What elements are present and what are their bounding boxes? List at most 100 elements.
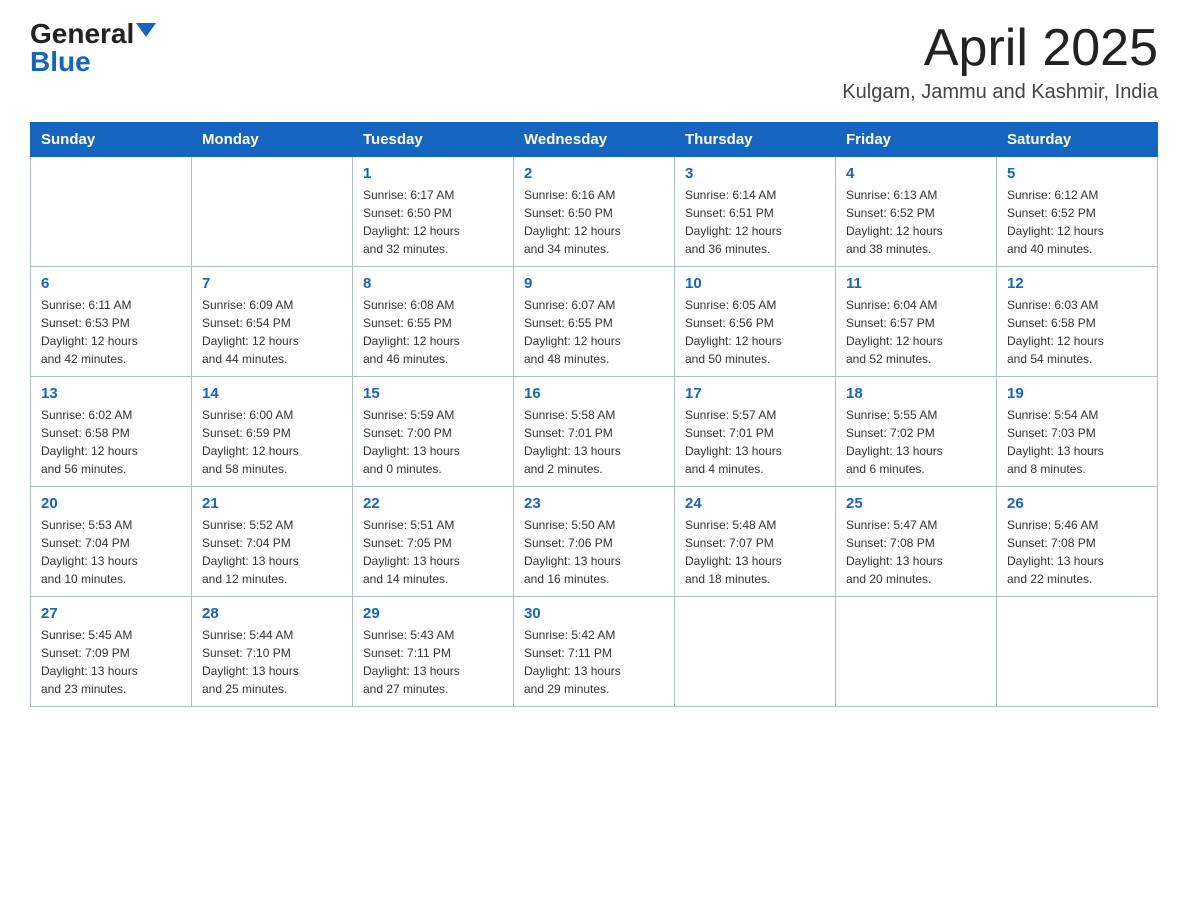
calendar-cell: 6 Sunrise: 6:11 AMSunset: 6:53 PMDaylight… <box>31 267 192 377</box>
day-info: Sunrise: 5:48 AMSunset: 7:07 PMDaylight:… <box>685 516 825 588</box>
day-number: 30 <box>524 605 664 622</box>
day-info: Sunrise: 5:43 AMSunset: 7:11 PMDaylight:… <box>363 626 503 698</box>
day-info: Sunrise: 5:54 AMSunset: 7:03 PMDaylight:… <box>1007 406 1147 478</box>
calendar-week-row: 13 Sunrise: 6:02 AMSunset: 6:58 PMDayligh… <box>31 377 1158 487</box>
calendar-cell: 19 Sunrise: 5:54 AMSunset: 7:03 PMDayligh… <box>997 377 1158 487</box>
calendar-cell: 4 Sunrise: 6:13 AMSunset: 6:52 PMDaylight… <box>836 157 997 267</box>
day-info: Sunrise: 6:13 AMSunset: 6:52 PMDaylight:… <box>846 186 986 258</box>
header-friday: Friday <box>836 123 997 157</box>
calendar-cell: 12Sunrise: 6:03 AMSunset: 6:58 PMDayligh… <box>997 267 1158 377</box>
day-number: 29 <box>363 605 503 622</box>
calendar-cell: 30 Sunrise: 5:42 AMSunset: 7:11 PMDayligh… <box>514 597 675 707</box>
day-info: Sunrise: 5:59 AMSunset: 7:00 PMDaylight:… <box>363 406 503 478</box>
calendar-cell: 7 Sunrise: 6:09 AMSunset: 6:54 PMDaylight… <box>192 267 353 377</box>
day-number: 5 <box>1007 165 1147 182</box>
logo: General Blue <box>30 20 156 76</box>
day-info: Sunrise: 6:09 AMSunset: 6:54 PMDaylight:… <box>202 296 342 368</box>
day-info: Sunrise: 6:12 AMSunset: 6:52 PMDaylight:… <box>1007 186 1147 258</box>
day-info: Sunrise: 5:44 AMSunset: 7:10 PMDaylight:… <box>202 626 342 698</box>
calendar-cell: 5 Sunrise: 6:12 AMSunset: 6:52 PMDaylight… <box>997 157 1158 267</box>
calendar-cell: 18 Sunrise: 5:55 AMSunset: 7:02 PMDayligh… <box>836 377 997 487</box>
calendar-cell: 22 Sunrise: 5:51 AMSunset: 7:05 PMDayligh… <box>353 487 514 597</box>
calendar-cell: 10Sunrise: 6:05 AMSunset: 6:56 PMDayligh… <box>675 267 836 377</box>
day-number: 12 <box>1007 275 1147 292</box>
day-info: Sunrise: 6:02 AMSunset: 6:58 PMDaylight:… <box>41 406 181 478</box>
calendar-cell <box>192 157 353 267</box>
day-info: Sunrise: 5:45 AMSunset: 7:09 PMDaylight:… <box>41 626 181 698</box>
day-number: 25 <box>846 495 986 512</box>
day-info: Sunrise: 6:07 AMSunset: 6:55 PMDaylight:… <box>524 296 664 368</box>
logo-triangle-icon <box>136 23 156 37</box>
day-number: 9 <box>524 275 664 292</box>
day-number: 20 <box>41 495 181 512</box>
calendar-cell: 20Sunrise: 5:53 AMSunset: 7:04 PMDayligh… <box>31 487 192 597</box>
page-header: General Blue April 2025 Kulgam, Jammu an… <box>30 20 1158 104</box>
calendar-cell <box>836 597 997 707</box>
day-number: 8 <box>363 275 503 292</box>
calendar-week-row: 6 Sunrise: 6:11 AMSunset: 6:53 PMDaylight… <box>31 267 1158 377</box>
day-info: Sunrise: 5:57 AMSunset: 7:01 PMDaylight:… <box>685 406 825 478</box>
month-year-title: April 2025 <box>842 20 1158 77</box>
calendar-body: 1 Sunrise: 6:17 AMSunset: 6:50 PMDaylight… <box>31 157 1158 707</box>
day-info: Sunrise: 5:47 AMSunset: 7:08 PMDaylight:… <box>846 516 986 588</box>
location-title: Kulgam, Jammu and Kashmir, India <box>842 81 1158 104</box>
day-number: 22 <box>363 495 503 512</box>
day-number: 1 <box>363 165 503 182</box>
header-wednesday: Wednesday <box>514 123 675 157</box>
day-number: 26 <box>1007 495 1147 512</box>
day-info: Sunrise: 6:17 AMSunset: 6:50 PMDaylight:… <box>363 186 503 258</box>
calendar-cell: 17 Sunrise: 5:57 AMSunset: 7:01 PMDayligh… <box>675 377 836 487</box>
calendar-cell: 2Sunrise: 6:16 AMSunset: 6:50 PMDaylight… <box>514 157 675 267</box>
calendar-cell: 27 Sunrise: 5:45 AMSunset: 7:09 PMDayligh… <box>31 597 192 707</box>
day-number: 19 <box>1007 385 1147 402</box>
day-info: Sunrise: 5:58 AMSunset: 7:01 PMDaylight:… <box>524 406 664 478</box>
calendar-cell: 13 Sunrise: 6:02 AMSunset: 6:58 PMDayligh… <box>31 377 192 487</box>
day-info: Sunrise: 6:08 AMSunset: 6:55 PMDaylight:… <box>363 296 503 368</box>
day-info: Sunrise: 6:11 AMSunset: 6:53 PMDaylight:… <box>41 296 181 368</box>
day-number: 27 <box>41 605 181 622</box>
calendar-cell: 1 Sunrise: 6:17 AMSunset: 6:50 PMDaylight… <box>353 157 514 267</box>
calendar-cell: 11Sunrise: 6:04 AMSunset: 6:57 PMDayligh… <box>836 267 997 377</box>
calendar-week-row: 27 Sunrise: 5:45 AMSunset: 7:09 PMDayligh… <box>31 597 1158 707</box>
day-number: 14 <box>202 385 342 402</box>
calendar-cell: 29 Sunrise: 5:43 AMSunset: 7:11 PMDayligh… <box>353 597 514 707</box>
calendar-cell: 16 Sunrise: 5:58 AMSunset: 7:01 PMDayligh… <box>514 377 675 487</box>
header-sunday: Sunday <box>31 123 192 157</box>
day-number: 10 <box>685 275 825 292</box>
calendar-table: Sunday Monday Tuesday Wednesday Thursday… <box>30 122 1158 707</box>
day-number: 7 <box>202 275 342 292</box>
day-info: Sunrise: 6:00 AMSunset: 6:59 PMDaylight:… <box>202 406 342 478</box>
day-number: 17 <box>685 385 825 402</box>
day-info: Sunrise: 5:42 AMSunset: 7:11 PMDaylight:… <box>524 626 664 698</box>
day-number: 16 <box>524 385 664 402</box>
calendar-cell: 24 Sunrise: 5:48 AMSunset: 7:07 PMDayligh… <box>675 487 836 597</box>
header-tuesday: Tuesday <box>353 123 514 157</box>
day-info: Sunrise: 5:52 AMSunset: 7:04 PMDaylight:… <box>202 516 342 588</box>
title-block: April 2025 Kulgam, Jammu and Kashmir, In… <box>842 20 1158 104</box>
calendar-cell: 21 Sunrise: 5:52 AMSunset: 7:04 PMDayligh… <box>192 487 353 597</box>
day-info: Sunrise: 5:51 AMSunset: 7:05 PMDaylight:… <box>363 516 503 588</box>
day-number: 6 <box>41 275 181 292</box>
calendar-cell: 9 Sunrise: 6:07 AMSunset: 6:55 PMDaylight… <box>514 267 675 377</box>
day-number: 4 <box>846 165 986 182</box>
header-monday: Monday <box>192 123 353 157</box>
calendar-cell <box>997 597 1158 707</box>
calendar-cell: 25 Sunrise: 5:47 AMSunset: 7:08 PMDayligh… <box>836 487 997 597</box>
calendar-cell: 23 Sunrise: 5:50 AMSunset: 7:06 PMDayligh… <box>514 487 675 597</box>
day-number: 13 <box>41 385 181 402</box>
day-info: Sunrise: 5:46 AMSunset: 7:08 PMDaylight:… <box>1007 516 1147 588</box>
day-number: 21 <box>202 495 342 512</box>
logo-general: General <box>30 20 134 48</box>
day-info: Sunrise: 6:14 AMSunset: 6:51 PMDaylight:… <box>685 186 825 258</box>
day-info: Sunrise: 5:50 AMSunset: 7:06 PMDaylight:… <box>524 516 664 588</box>
header-saturday: Saturday <box>997 123 1158 157</box>
day-number: 24 <box>685 495 825 512</box>
calendar-week-row: 20Sunrise: 5:53 AMSunset: 7:04 PMDayligh… <box>31 487 1158 597</box>
day-number: 2 <box>524 165 664 182</box>
day-number: 23 <box>524 495 664 512</box>
calendar-cell: 28Sunrise: 5:44 AMSunset: 7:10 PMDayligh… <box>192 597 353 707</box>
day-info: Sunrise: 5:55 AMSunset: 7:02 PMDaylight:… <box>846 406 986 478</box>
day-number: 3 <box>685 165 825 182</box>
calendar-cell: 26 Sunrise: 5:46 AMSunset: 7:08 PMDayligh… <box>997 487 1158 597</box>
day-number: 18 <box>846 385 986 402</box>
